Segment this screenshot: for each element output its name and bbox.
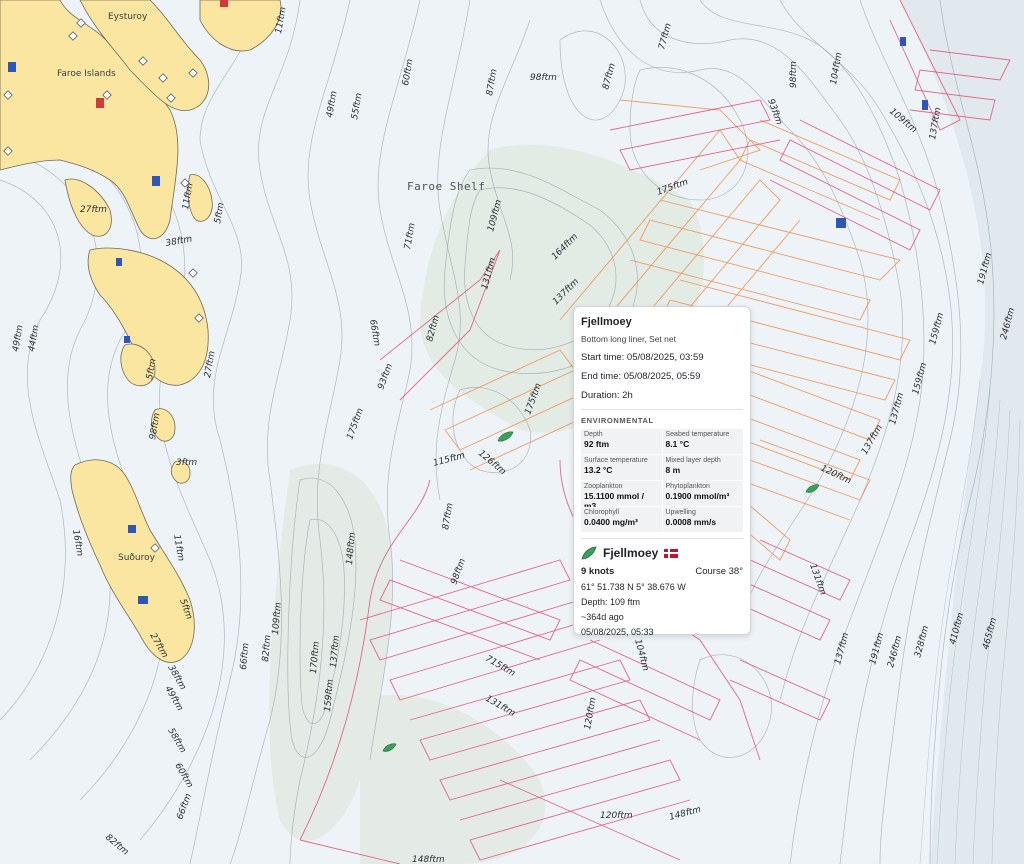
env-surface-temp: Surface temperature 13.2 °C (581, 455, 662, 480)
start-time: Start time: 05/08/2025, 03:59 (581, 352, 704, 363)
vessel-position: 61° 51.738 N 5° 38.676 W (581, 582, 686, 592)
gear-type: Bottom long liner, Set net (581, 334, 676, 344)
env-mixed-layer: Mixed layer depth 8 m (662, 455, 743, 480)
env-depth: Depth 92 ftm (581, 429, 662, 454)
vessel-header[interactable]: Fjellmoey (581, 546, 743, 560)
depth-label: 3ftm (176, 458, 197, 468)
env-zooplankton: Zooplankton 15.1100 mmol / m3 (581, 481, 662, 511)
vessel-speed: 9 knots (581, 566, 615, 577)
depth-label: 27ftm (80, 205, 107, 215)
env-key: Surface temperature (584, 457, 648, 464)
env-key: Seabed temperature (665, 431, 730, 438)
end-time: End time: 05/08/2025, 05:59 (581, 371, 701, 382)
place-suduroy: Suðuroy (118, 553, 156, 563)
env-chlorophyll: Chlorophyll 0.0400 mg/m³ (581, 507, 662, 532)
env-key: Upwelling (665, 509, 696, 516)
last-seen-ago: ~364d ago (581, 612, 624, 622)
env-upwelling: Upwelling 0.0008 mm/s (662, 507, 743, 532)
fishing-chart-map[interactable]: Eysturoy Faroe Islands Suðuroy Faroe She… (0, 0, 1024, 864)
env-key: Chlorophyll (584, 509, 620, 516)
boat-icon (96, 98, 104, 108)
region-label: Faroe Shelf (407, 180, 485, 193)
env-key: Mixed layer depth (665, 457, 721, 464)
boat-icon (900, 37, 906, 46)
env-value: 8 m (665, 465, 681, 475)
last-seen-timestamp: 05/08/2025, 05:33 (581, 627, 654, 637)
boat-icon (128, 525, 136, 533)
env-seabed-temp: Seabed temperature 8.1 °C (662, 429, 743, 454)
vessel-name[interactable]: Fjellmoey (603, 546, 658, 560)
depth-label: 98ftm (530, 73, 557, 83)
divider (581, 538, 743, 539)
speed-course-row: 9 knots Course 38° (581, 566, 743, 577)
popup-title: Fjellmoey (581, 316, 632, 328)
place-faroe-islands: Faroe Islands (57, 69, 116, 79)
env-value: 0.1900 mmol/m³ (665, 491, 730, 501)
boat-icon (922, 100, 928, 110)
env-value: 0.0008 mm/s (665, 517, 717, 527)
boat-icon (124, 336, 130, 343)
fishing-event-popup[interactable]: Fjellmoey Bottom long liner, Set net Sta… (573, 306, 751, 637)
env-value: 8.1 °C (665, 439, 690, 449)
vessel-course: Course 38° (695, 566, 743, 577)
boat-icon (138, 596, 148, 604)
env-value: 92 ftm (584, 439, 610, 449)
boat-icon (836, 218, 846, 228)
duration: Duration: 2h (581, 390, 633, 401)
env-key: Depth (584, 431, 603, 438)
env-key: Zooplankton (584, 483, 623, 490)
place-eysturoy: Eysturoy (108, 12, 148, 22)
vessel-info: 61° 51.738 N 5° 38.676 W Depth: 109 ftm … (581, 580, 743, 640)
env-value: 0.0400 mg/m³ (584, 517, 638, 527)
boat-icon (220, 0, 228, 7)
norway-flag-icon (664, 548, 679, 558)
env-phytoplankton: Phytoplankton 0.1900 mmol/m³ (662, 481, 743, 506)
boat-icon (8, 62, 16, 72)
boat-icon (152, 176, 160, 186)
boat-icon (116, 258, 122, 266)
vessel-leaf-icon (581, 546, 597, 560)
divider (581, 409, 743, 410)
env-key: Phytoplankton (665, 483, 710, 490)
vessel-depth: Depth: 109 ftm (581, 597, 641, 607)
depth-label: 148ftm (412, 855, 445, 864)
environmental-grid: Depth 92 ftm Seabed temperature 8.1 °C Sur… (581, 429, 743, 532)
env-value: 13.2 °C (584, 465, 613, 475)
depth-label: 120ftm (600, 811, 633, 821)
depth-label: 98ftm (789, 61, 799, 88)
environmental-heading: ENVIRONMENTAL (581, 416, 654, 425)
